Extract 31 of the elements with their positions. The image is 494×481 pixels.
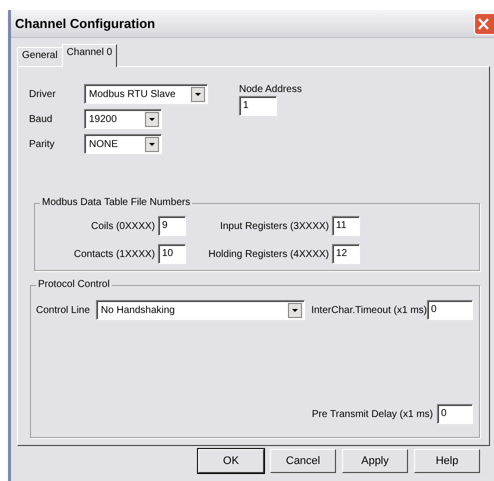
- text-field[interactable]: 0: [437, 404, 473, 424]
- dropdown[interactable]: NONE: [84, 134, 162, 154]
- field-label: InterChar.Timeout (x1 ms): [311, 304, 427, 316]
- dialog-button[interactable]: Help: [414, 449, 480, 473]
- dialog-button[interactable]: Cancel: [270, 449, 336, 473]
- text-field[interactable]: 0: [427, 300, 473, 320]
- group-title: Modbus Data Table File Numbers: [40, 197, 192, 208]
- field-label: Driver: [29, 88, 57, 100]
- field-label: Baud: [29, 114, 54, 124]
- dropdown[interactable]: 19200: [84, 109, 162, 129]
- window-title: Channel Configuration: [14, 16, 156, 31]
- text-field[interactable]: 12: [332, 244, 360, 264]
- field-label: Pre Transmit Delay (x1 ms): [312, 408, 433, 420]
- tab[interactable]: Channel 0: [62, 44, 118, 67]
- dialog-button[interactable]: Apply: [342, 449, 408, 473]
- tab[interactable]: General: [17, 47, 63, 66]
- field-label: Contacts (1XXXX): [72, 248, 155, 260]
- text-field[interactable]: 10: [158, 244, 186, 264]
- dropdown[interactable]: No Handshaking: [96, 300, 305, 320]
- field-label: Control Line: [36, 304, 90, 316]
- field-label: Input Registers (3XXXX): [219, 220, 329, 232]
- field-label: Coils (0XXXX): [90, 220, 155, 232]
- text-field[interactable]: 9: [158, 216, 186, 236]
- text-field[interactable]: 1: [239, 96, 277, 116]
- text-field[interactable]: 11: [332, 216, 360, 236]
- field-label: Node Address: [239, 84, 302, 95]
- field-label: Holding Registers (4XXXX): [207, 248, 329, 260]
- dialog-button[interactable]: OK: [198, 449, 264, 473]
- group-title: Protocol Control: [36, 279, 112, 290]
- field-label: Parity: [29, 138, 56, 150]
- dropdown[interactable]: Modbus RTU Slave: [84, 84, 208, 104]
